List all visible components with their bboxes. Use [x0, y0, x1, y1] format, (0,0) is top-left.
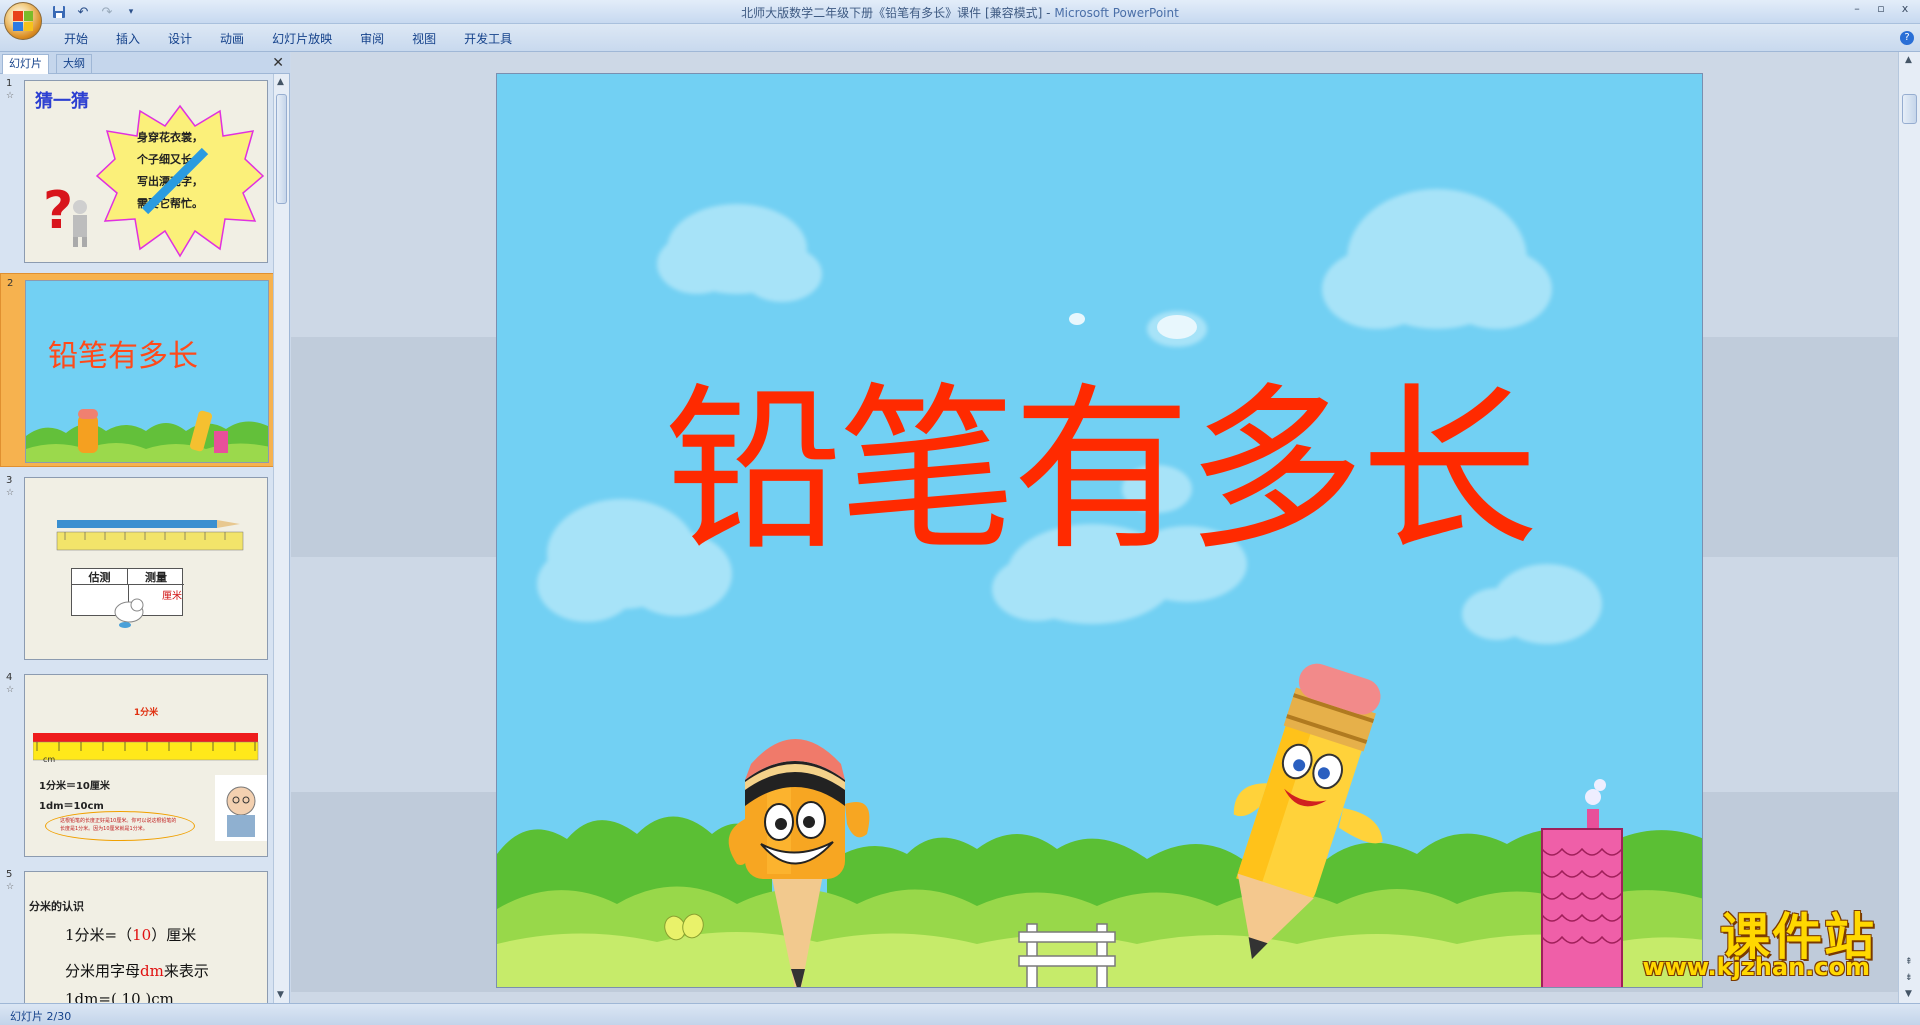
thumb-title: 分米的认识 [29, 900, 84, 913]
thumb-title: 猜一猜 [35, 91, 89, 112]
table-header: 估测 [72, 569, 128, 585]
cartoon-bird-icon [114, 598, 144, 628]
slide-number: 1 [6, 78, 13, 89]
conversion-line: 1dm＝10cm [39, 801, 104, 812]
close-button[interactable]: x [1894, 1, 1916, 15]
window-controls: – ▫ x [1846, 1, 1916, 15]
slide-thumbnail-4[interactable]: 4 ☆ 1分米 cm 1分米＝10厘米 1dm＝10cm 这根铅笔的长度正好是1… [0, 668, 274, 862]
transition-icon: ☆ [6, 685, 15, 695]
content-line: 1分米=（10）厘米 [65, 926, 197, 944]
note-line: 这根铅笔的长度正好是10厘米。你可以说这根铅笔的 [60, 818, 177, 824]
scroll-down-icon[interactable]: ▼ [277, 990, 284, 1000]
table-header: 测量 [128, 569, 184, 585]
scrollbar-thumb[interactable] [276, 94, 287, 204]
tab-design[interactable]: 设计 [154, 30, 206, 48]
title-bar: ↶ ↷ ▾ 北师大版数学二年级下册《铅笔有多长》课件 [兼容模式] - Micr… [0, 0, 1920, 40]
help-icon[interactable]: ? [1900, 31, 1914, 45]
pane-tabs: 幻灯片 大纲 ✕ [0, 52, 290, 74]
title-separator: - [1042, 6, 1055, 20]
ruler-pencil-icon [56, 520, 244, 551]
restore-button[interactable]: ▫ [1870, 1, 1892, 15]
ruler-unit: cm [43, 755, 56, 764]
grass-scene-icon [26, 409, 268, 462]
slide-thumbnail-5[interactable]: 5 ☆ 分米的认识 1分米=（10）厘米 分米用字母dm来表示 1dm=( 10… [0, 865, 274, 1003]
window-title: 北师大版数学二年级下册《铅笔有多长》课件 [兼容模式] - Microsoft … [0, 4, 1920, 21]
slide-preview: 分米的认识 1分米=（10）厘米 分米用字母dm来表示 1dm=( 10 )cm [24, 871, 268, 1003]
figure-icon [73, 200, 87, 247]
thumb-title: 铅笔有多长 [48, 339, 198, 374]
ribbon: 开始 插入 设计 动画 幻灯片放映 审阅 视图 开发工具 ? [0, 24, 1920, 52]
slide-preview: 猜一猜 身穿花衣裳， 个子细又长。 写出漂亮字， 需要它帮忙。 ? [24, 80, 268, 263]
content-line: 分米用字母dm来表示 [65, 962, 209, 980]
watermark: 课件站 www.kjzhan.com [1636, 897, 1876, 981]
slide-preview: 估测 测量 厘米 [24, 477, 268, 660]
minimize-button[interactable]: – [1846, 1, 1868, 15]
thumb-title: 1分米 [133, 708, 159, 718]
grandpa-icon [215, 775, 267, 841]
slide-thumbnail-3[interactable]: 3 ☆ 估测 测量 厘米 [0, 471, 274, 665]
tab-home[interactable]: 开始 [50, 30, 102, 48]
slide-number: 5 [6, 869, 13, 880]
office-button[interactable] [4, 2, 42, 40]
unit-label: 厘米 [162, 591, 182, 602]
tab-view[interactable]: 视图 [398, 30, 450, 48]
previous-slide-icon[interactable]: ⇞ [1905, 957, 1913, 967]
ribbon-tabs: 开始 插入 设计 动画 幻灯片放映 审阅 视图 开发工具 [50, 30, 526, 48]
current-slide[interactable]: 铅笔有多长 [496, 73, 1703, 988]
pencil-icon [141, 147, 209, 215]
thumbnails-scrollbar[interactable]: ▲ ▼ [273, 74, 289, 1003]
scroll-up-icon[interactable]: ▲ [1905, 55, 1912, 65]
close-pane-icon[interactable]: ✕ [272, 55, 284, 71]
decimeter-ruler-icon [33, 733, 259, 761]
document-title: 北师大版数学二年级下册《铅笔有多长》课件 [兼容模式] [741, 6, 1043, 20]
scroll-down-icon[interactable]: ▼ [1905, 989, 1912, 999]
slides-pane: 幻灯片 大纲 ✕ 1 ☆ 猜一猜 身穿花衣裳， 个子细又长。 写出漂亮字， 需要… [0, 52, 290, 1003]
status-bar: 幻灯片 2/30 [0, 1003, 1920, 1025]
tab-review[interactable]: 审阅 [346, 30, 398, 48]
tab-insert[interactable]: 插入 [102, 30, 154, 48]
note-line: 长度是1分米。因为10厘米就是1分米。 [60, 826, 148, 832]
transition-icon: ☆ [6, 882, 15, 892]
slide-number: 4 [6, 672, 13, 683]
slide-number: 2 [7, 278, 14, 289]
slide-scrollbar[interactable]: ▲ ⇞ ⇟ ▼ [1898, 52, 1920, 1003]
slide-editing-area: 铅笔有多长 课件站 www.kjzhan.com [291, 52, 1898, 1003]
office-logo-icon [13, 11, 33, 31]
slide-thumbnails: 1 ☆ 猜一猜 身穿花衣裳， 个子细又长。 写出漂亮字， 需要它帮忙。 ? [0, 74, 274, 1003]
watermark-url: www.kjzhan.com [1642, 953, 1870, 981]
scroll-up-icon[interactable]: ▲ [277, 77, 284, 87]
slide-thumbnail-2[interactable]: 2 铅笔有多长 [0, 273, 274, 467]
slide-number: 3 [6, 475, 13, 486]
next-slide-icon[interactable]: ⇟ [1905, 973, 1913, 983]
tab-slides[interactable]: 幻灯片 [2, 54, 49, 74]
slide-title[interactable]: 铅笔有多长 [497, 382, 1702, 560]
tab-animations[interactable]: 动画 [206, 30, 258, 48]
slide-counter: 幻灯片 2/30 [10, 1010, 72, 1023]
tab-outline[interactable]: 大纲 [56, 54, 92, 74]
transition-icon: ☆ [6, 91, 15, 101]
tab-slideshow[interactable]: 幻灯片放映 [258, 30, 346, 48]
slide-preview: 1分米 cm 1分米＝10厘米 1dm＝10cm 这根铅笔的长度正好是10厘米。… [24, 674, 268, 857]
content-line: 1dm=( 10 )cm [65, 990, 174, 1003]
scrollbar-thumb[interactable] [1902, 94, 1917, 124]
transition-icon: ☆ [6, 488, 15, 498]
conversion-line: 1分米＝10厘米 [39, 781, 110, 792]
slide-preview: 铅笔有多长 [25, 280, 269, 463]
note-bubble: 这根铅笔的长度正好是10厘米。你可以说这根铅笔的 长度是1分米。因为10厘米就是… [45, 811, 195, 841]
slide-thumbnail-1[interactable]: 1 ☆ 猜一猜 身穿花衣裳， 个子细又长。 写出漂亮字， 需要它帮忙。 ? [0, 74, 274, 268]
tab-developer[interactable]: 开发工具 [450, 30, 526, 48]
app-name: Microsoft PowerPoint [1054, 6, 1179, 20]
